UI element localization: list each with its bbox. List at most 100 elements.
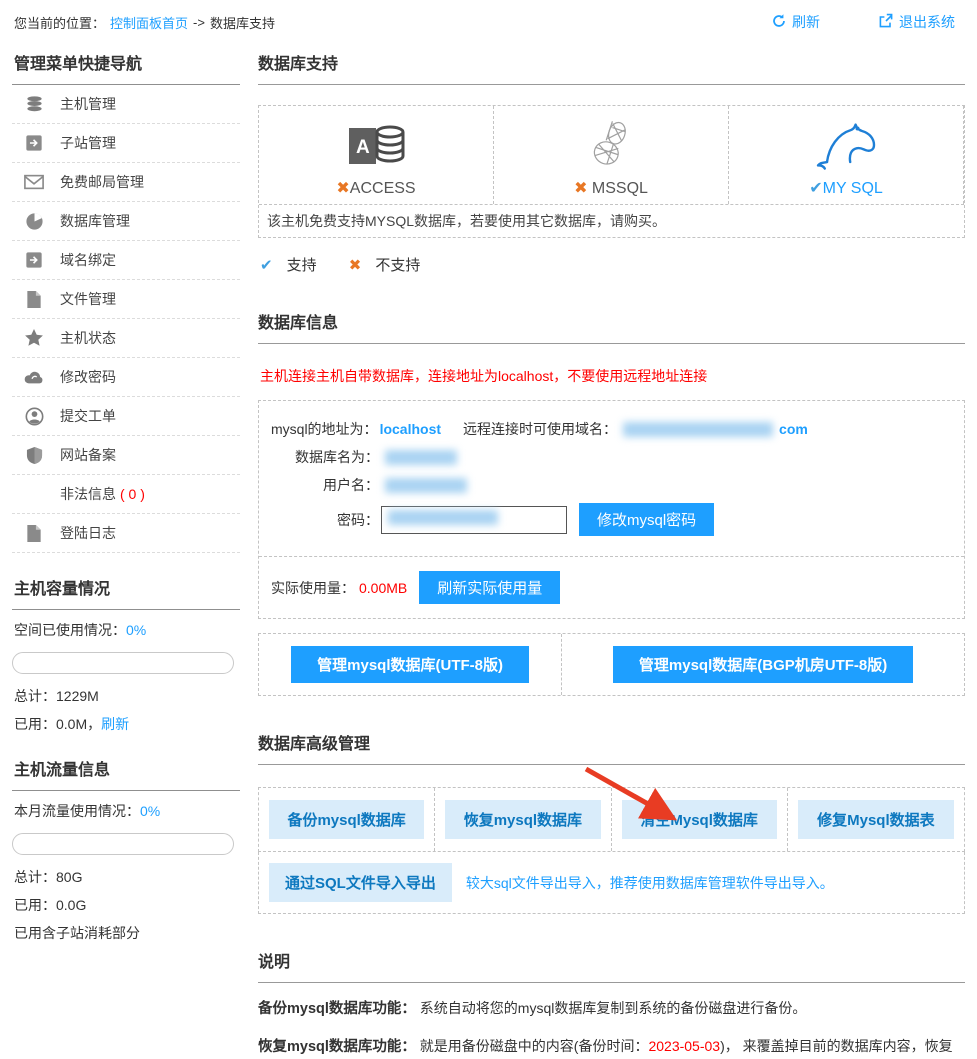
note-restore-pre: 就是用备份磁盘中的内容(备份时间： xyxy=(420,1038,649,1054)
notes-title: 说明 xyxy=(258,940,965,983)
capacity-usage-value: 0% xyxy=(126,622,146,638)
mssql-db-icon xyxy=(494,114,728,176)
sidebar-item-mail[interactable]: 免费邮局管理 xyxy=(12,163,240,202)
breadcrumb-home-link[interactable]: 控制面板首页 xyxy=(110,13,188,32)
db-cell-mssql: ✖ MSSQL xyxy=(494,106,729,204)
sidebar-item-label: 数据库管理 xyxy=(60,211,130,231)
db-support-note: 该主机免费支持MYSQL数据库，若要使用其它数据库，请购买。 xyxy=(259,204,964,237)
manage-mysql-utf8-button[interactable]: 管理mysql数据库(UTF-8版) xyxy=(291,646,529,683)
db-user-row: 用户名： xyxy=(271,475,952,495)
usage-value: 0.00MB xyxy=(359,580,407,596)
sidebar-item-database-manage[interactable]: 数据库管理 xyxy=(12,202,240,241)
remote-domain-label: 远程连接时可使用域名： xyxy=(463,419,617,439)
clear-cell: 清空Mysql数据库 xyxy=(612,788,788,851)
sidebar-item-label: 子站管理 xyxy=(60,133,116,153)
topbar: 您当前的位置： 控制面板首页 -> 数据库支持 刷新 退出系统 xyxy=(12,8,965,42)
logout-link[interactable]: 退出系统 xyxy=(878,12,955,32)
manage-bgp-cell: 管理mysql数据库(BGP机房UTF-8版) xyxy=(562,634,964,695)
usage-label: 实际使用量： xyxy=(271,578,355,598)
restore-mysql-button[interactable]: 恢复mysql数据库 xyxy=(445,800,600,839)
note-backup: 备份mysql数据库功能： 系统自动将您的mysql数据库复制到系统的备份磁盘进… xyxy=(258,998,965,1021)
traffic-used: 已用：0.0G xyxy=(12,887,240,915)
refresh-link[interactable]: 刷新 xyxy=(771,12,820,32)
db-info-warning: 主机连接主机自带数据库，连接地址为localhost，不要使用远程地址连接 xyxy=(260,366,965,386)
db-info-title: 数据库信息 xyxy=(258,301,965,344)
clear-mysql-button[interactable]: 清空Mysql数据库 xyxy=(622,800,777,839)
refresh-label: 刷新 xyxy=(792,12,820,32)
note-restore-label: 恢复mysql数据库功能： xyxy=(258,1039,416,1055)
note-backup-date: 2023-05-03 xyxy=(648,1038,720,1054)
db-info-box: mysql的地址为： localhost 远程连接时可使用域名： com 数据库… xyxy=(258,400,965,619)
logout-label: 退出系统 xyxy=(899,12,955,32)
database-icon xyxy=(24,94,44,114)
mssql-label: ✖ MSSQL xyxy=(494,176,728,198)
shield-icon xyxy=(24,445,44,465)
note-restore-post: )， 来覆盖掉目前的数据库内容，恢复 xyxy=(720,1038,953,1054)
capacity-refresh-link[interactable]: 刷新 xyxy=(101,716,129,732)
breadcrumb-label: 您当前的位置： xyxy=(14,13,105,32)
cross-icon: ✖ xyxy=(349,257,362,274)
sql-import-export-button[interactable]: 通过SQL文件导入导出 xyxy=(269,863,452,902)
not-supported-icon: ✖ xyxy=(574,180,587,197)
sidebar-item-label: 主机状态 xyxy=(60,328,116,348)
capacity-title: 主机容量情况 xyxy=(12,567,240,610)
mysql-dolphin-icon xyxy=(729,114,963,176)
manage-mysql-bgp-button[interactable]: 管理mysql数据库(BGP机房UTF-8版) xyxy=(613,646,913,683)
sidebar: 管理菜单快捷导航 主机管理 子站管理 免费邮局管理 数据库管理 域名绑定 文件管… xyxy=(12,42,240,943)
password-input[interactable] xyxy=(381,506,567,534)
breadcrumb: 您当前的位置： 控制面板首页 -> 数据库支持 xyxy=(14,13,275,32)
mysql-address-label: mysql的地址为： xyxy=(271,419,378,439)
advanced-area: 备份mysql数据库 恢复mysql数据库 清空Mysql数据库 修复Mysql… xyxy=(258,787,965,914)
supported-icon: ✔ xyxy=(809,180,822,197)
breadcrumb-current: 数据库支持 xyxy=(210,13,275,32)
file-icon xyxy=(24,523,44,543)
sidebar-item-change-password[interactable]: 修改密码 xyxy=(12,358,240,397)
db-support-table: A ✖ACCESS xyxy=(258,105,965,238)
capacity-progress-bar xyxy=(12,652,234,674)
change-mysql-password-button[interactable]: 修改mysql密码 xyxy=(579,503,714,536)
sidebar-item-host-manage[interactable]: 主机管理 xyxy=(12,85,240,124)
db-name-label: 数据库名为： xyxy=(271,447,379,467)
advanced-buttons-table: 备份mysql数据库 恢复mysql数据库 清空Mysql数据库 修复Mysql… xyxy=(258,787,965,852)
traffic-note: 已用含子站消耗部分 xyxy=(12,915,240,943)
sidebar-item-label: 域名绑定 xyxy=(60,250,116,270)
traffic-total: 总计：80G xyxy=(12,859,240,887)
capacity-used-label: 已用：0.0M， xyxy=(14,716,101,732)
file-icon xyxy=(24,289,44,309)
db-name-redacted xyxy=(385,450,457,465)
db-password-label: 密码： xyxy=(271,510,379,530)
svg-text:A: A xyxy=(356,137,370,158)
traffic-title: 主机流量信息 xyxy=(12,748,240,791)
traffic-usage-label: 本月流量使用情况： xyxy=(14,803,140,819)
sidebar-item-substation[interactable]: 子站管理 xyxy=(12,124,240,163)
not-supported-icon: ✖ xyxy=(336,180,349,197)
manage-utf8-cell: 管理mysql数据库(UTF-8版) xyxy=(259,634,562,695)
sidebar-item-icp[interactable]: 网站备案 xyxy=(12,436,240,475)
sidebar-item-domain-bind[interactable]: 域名绑定 xyxy=(12,241,240,280)
sidebar-item-label: 网站备案 xyxy=(60,445,116,465)
usage-row: 实际使用量： 0.00MB 刷新实际使用量 xyxy=(259,556,964,618)
db-user-label: 用户名： xyxy=(271,475,379,495)
cloud-icon xyxy=(24,367,44,387)
db-advanced-title: 数据库高级管理 xyxy=(258,722,965,765)
db-user-redacted xyxy=(385,478,467,493)
sidebar-item-login-log[interactable]: 登陆日志 xyxy=(12,514,240,553)
sql-import-export-note: 较大sql文件导出导入，推荐使用数据库管理软件导出导入。 xyxy=(466,873,834,893)
sidebar-item-label: 非法信息 xyxy=(60,484,116,504)
repair-mysql-button[interactable]: 修复Mysql数据表 xyxy=(798,800,954,839)
arrow-right-icon xyxy=(24,133,44,153)
refresh-usage-button[interactable]: 刷新实际使用量 xyxy=(419,571,560,604)
db-name-row: 数据库名为： xyxy=(271,447,952,467)
topbar-actions: 刷新 退出系统 xyxy=(771,12,955,32)
sidebar-item-ticket[interactable]: 提交工单 xyxy=(12,397,240,436)
traffic-progress-bar xyxy=(12,833,234,855)
remote-domain-redacted xyxy=(623,422,773,437)
sidebar-item-illegal-info[interactable]: 非法信息 ( 0 ) xyxy=(12,475,240,514)
sidebar-item-file-manage[interactable]: 文件管理 xyxy=(12,280,240,319)
mysql-label: ✔MY SQL xyxy=(729,176,963,198)
backup-mysql-button[interactable]: 备份mysql数据库 xyxy=(269,800,424,839)
user-icon xyxy=(24,406,44,426)
traffic-usage: 本月流量使用情况：0% xyxy=(12,791,240,823)
sidebar-item-label: 主机管理 xyxy=(60,94,116,114)
sidebar-item-host-status[interactable]: 主机状态 xyxy=(12,319,240,358)
